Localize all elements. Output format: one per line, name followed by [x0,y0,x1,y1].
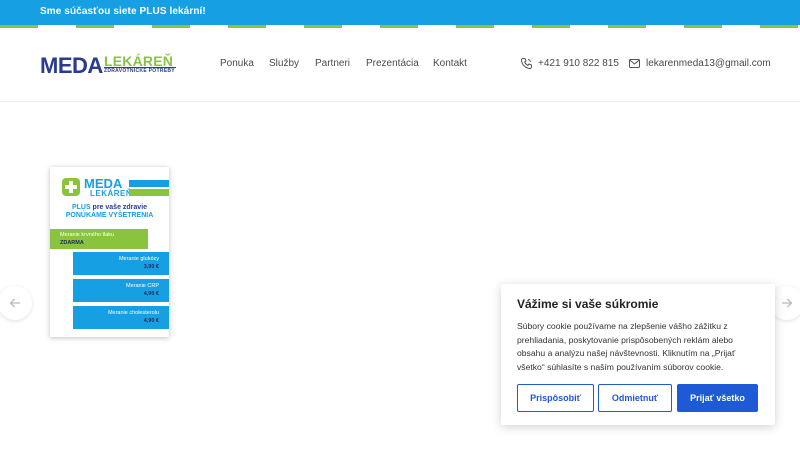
cookie-reject-button[interactable]: Odmietnuť [598,384,672,412]
poster-headline: PONÚKAME VYŠETRENIA [65,212,154,219]
announcement-prefix: Sme súčasťou siete [40,6,140,17]
test-price: 4,90 € [143,318,159,324]
poster-test-item: Meranie cholesterolu 4,90 € [73,306,169,329]
arrow-left-icon [9,298,20,308]
cookie-accept-all-button[interactable]: Prijať všetko [677,384,758,412]
poster-plus-word: PLUS [71,204,91,211]
nav-item-ponuka[interactable]: Ponuka [220,58,254,69]
phone-number: +421 910 822 815 [538,58,619,69]
announcement-highlight: PLUS lekární! [139,6,206,17]
logo-meda-text: MEDA [40,53,103,78]
poster-brand-lekaren: LEKÁREŇ [90,189,133,198]
cookie-consent-dialog: Vážime si vaše súkromie Súbory cookie po… [501,284,775,425]
site-header: MEDA LEKÁREŇ ZDRAVOTNÍCKE POTREBY Ponuka… [0,28,800,102]
free-test-name: Meranie krvného tlaku [60,232,115,238]
nav-item-partneri[interactable]: Partneri [315,58,350,69]
test-name: Meranie cholesterolu [107,310,159,316]
test-name: Meranie CRP [125,283,159,289]
arrow-right-icon [782,298,793,308]
free-test-price: ZDARMA [60,240,84,246]
announcement-text: Sme súčasťou siete PLUS lekární! [40,6,206,17]
poster-tagline: PLUS pre vaše zdravie [50,204,169,211]
envelope-icon [629,59,640,68]
cookie-customize-button[interactable]: Prispôsobiť [517,384,594,412]
carousel-prev-button[interactable] [0,286,32,320]
nav-item-sluzby[interactable]: Služby [269,58,299,69]
promo-poster[interactable]: MEDA LEKÁREŇ PLUS pre vaše zdravie PONÚK… [50,167,169,337]
poster-free-test: Meranie krvného tlaku ZDARMA [50,229,148,249]
cookie-body: Súbory cookie používame na zlepšenie váš… [517,321,736,372]
poster-green-bar [129,189,169,196]
poster-plus-rest: pre vaše zdravie [90,204,148,211]
logo-subtitle: ZDRAVOTNÍCKE POTREBY [104,68,175,74]
site-logo[interactable]: MEDA LEKÁREŇ ZDRAVOTNÍCKE POTREBY [40,53,180,79]
email-address: lekarenmeda13@gmail.com [646,58,771,69]
cookie-title: Vážime si vaše súkromie [517,297,659,311]
pharmacy-cross-icon [62,178,80,196]
poster-test-item: Meranie CRP 4,90 € [73,279,169,302]
poster-blue-bar [129,180,169,187]
top-announcement-bar: Sme súčasťou siete PLUS lekární! [0,0,800,25]
nav-item-kontakt[interactable]: Kontakt [433,58,467,69]
poster-test-item: Meranie glukózy 3,90 € [73,252,169,275]
phone-icon [520,58,532,70]
test-price: 4,90 € [143,291,159,297]
nav-item-prezentacia[interactable]: Prezentácia [366,58,419,69]
test-price: 3,90 € [143,264,159,270]
test-name: Meranie glukózy [118,256,159,262]
